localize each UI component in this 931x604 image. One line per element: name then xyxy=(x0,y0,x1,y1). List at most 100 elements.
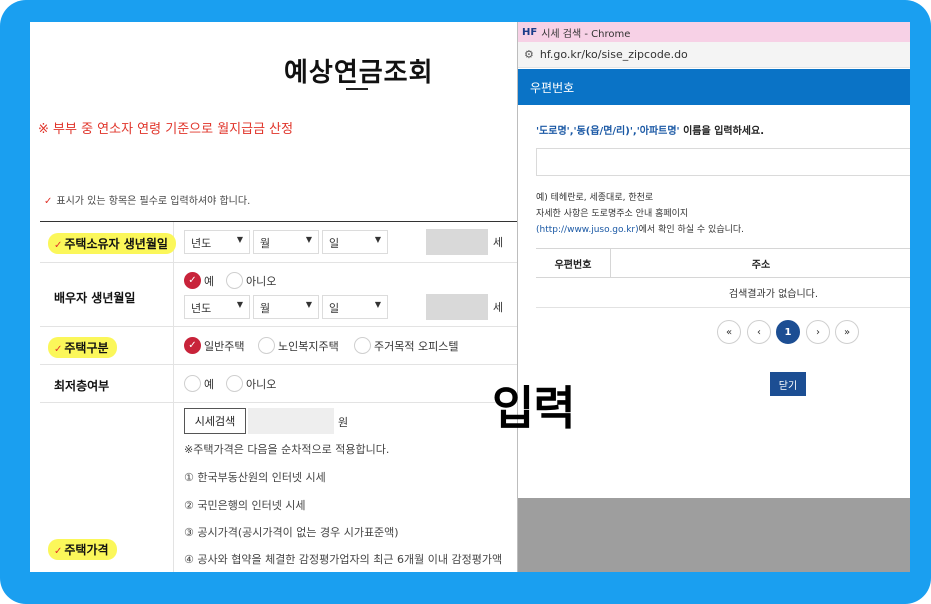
age-notice: ※ 부부 중 연소자 연령 기준으로 월지급금 산정 xyxy=(38,122,294,137)
spouse-yes-radio[interactable]: ✓ 예 xyxy=(184,272,214,289)
spouse-day-select[interactable]: 일 ▼ xyxy=(322,295,388,319)
check-icon: ✓ xyxy=(54,240,63,251)
house-price-label: ✓ 주택가격 xyxy=(48,539,117,560)
house-type-senior-radio[interactable]: 노인복지주택 xyxy=(258,337,339,354)
dropdown-arrow-icon: ▼ xyxy=(236,300,243,309)
screen: 예상연금조회 ※ 부부 중 연소자 연령 기준으로 월지급금 산정 ✓ 표시가 있… xyxy=(30,22,910,572)
dropdown-arrow-icon: ▼ xyxy=(305,235,312,244)
radio-circle-icon xyxy=(258,337,275,354)
overlay-caption: 입력 xyxy=(492,381,576,435)
close-button[interactable]: 닫기 xyxy=(770,372,806,396)
price-note-3: ③ 공시가격(공시가격이 없는 경우 시가표준액) xyxy=(184,526,399,539)
dropdown-arrow-icon: ▼ xyxy=(236,235,243,244)
required-note: ✓ 표시가 있는 항목은 필수로 입력하셔야 합니다. xyxy=(44,192,250,207)
row-owner-birth: ✓ 주택소유자 생년월일 년도 ▼ 월 ▼ 일 ▼ 세 xyxy=(40,222,517,263)
owner-age-unit: 세 xyxy=(493,236,504,249)
example-line-2: 자세한 사항은 도로명주소 안내 홈페이지 xyxy=(536,209,689,219)
next-page-button[interactable]: › xyxy=(806,320,830,344)
owner-birth-label: ✓ 주택소유자 생년월일 xyxy=(48,233,176,254)
price-note-4: ④ 공사와 협약을 체결한 감정평가업자의 최근 6개월 이내 감정평가액 xyxy=(184,553,503,566)
popup-bottom-area xyxy=(518,498,910,572)
check-icon: ✓ xyxy=(184,272,201,289)
price-note-2: ② 국민은행의 인터넷 시세 xyxy=(184,499,306,512)
house-price-label-text: 주택가격 xyxy=(64,543,109,557)
spouse-no-radio[interactable]: 아니오 xyxy=(226,272,276,289)
spouse-day-value: 일 xyxy=(329,302,340,315)
instruction-keywords: '도로명','동(읍/면/리)','아파트명' xyxy=(536,126,680,137)
owner-day-select[interactable]: 일 ▼ xyxy=(322,230,388,254)
first-page-button[interactable]: « xyxy=(717,320,741,344)
example-line-3: (http://www.juso.go.kr)에서 확인 하실 수 있습니다. xyxy=(536,222,744,235)
spouse-birth-label: 배우자 생년월일 xyxy=(54,291,136,305)
search-instruction: '도로명','동(읍/면/리)','아파트명' 이름을 입력하세요. xyxy=(536,122,764,137)
house-type-label-text: 주택구분 xyxy=(64,341,109,355)
top-floor-yes-radio[interactable]: 예 xyxy=(184,375,214,392)
instruction-text: 이름을 입력하세요. xyxy=(679,126,764,137)
required-note-text: 표시가 있는 항목은 필수로 입력하셔야 합니다. xyxy=(56,196,251,207)
spouse-month-select[interactable]: 월 ▼ xyxy=(253,295,319,319)
check-icon: ✓ xyxy=(54,546,63,557)
owner-month-value: 월 xyxy=(260,237,271,250)
prev-page-button[interactable]: ‹ xyxy=(747,320,771,344)
owner-age-field[interactable] xyxy=(426,229,488,255)
last-page-button[interactable]: » xyxy=(835,320,859,344)
dropdown-arrow-icon: ▼ xyxy=(305,300,312,309)
row-house-type: ✓ 주택구분 ✓ 일반주택 노인복지주택 주거목적 오피스텔 xyxy=(40,327,517,365)
house-type-general-radio[interactable]: ✓ 일반주택 xyxy=(184,337,244,354)
spouse-no-label: 아니오 xyxy=(246,274,277,288)
spouse-yes-label: 예 xyxy=(204,274,215,288)
window-title: 시세 검색 - Chrome xyxy=(541,28,631,40)
owner-day-value: 일 xyxy=(329,237,340,250)
house-type-general-label: 일반주택 xyxy=(204,339,245,353)
spouse-year-value: 년도 xyxy=(191,302,212,315)
check-icon: ✓ xyxy=(54,344,63,355)
check-icon: ✓ xyxy=(184,337,201,354)
dropdown-arrow-icon: ▼ xyxy=(374,300,381,309)
radio-circle-icon xyxy=(226,272,243,289)
house-type-senior-label: 노인복지주택 xyxy=(278,339,339,353)
page-title: 예상연금조회 xyxy=(284,58,434,88)
column-zipcode: 우편번호 xyxy=(536,249,611,277)
current-page-button[interactable]: 1 xyxy=(776,320,800,344)
owner-birth-label-text: 주택소유자 생년월일 xyxy=(64,237,168,251)
pension-form-page: 예상연금조회 ※ 부부 중 연소자 연령 기준으로 월지급금 산정 ✓ 표시가 있… xyxy=(30,22,517,572)
house-price-input[interactable] xyxy=(248,408,334,434)
owner-year-value: 년도 xyxy=(191,237,212,250)
spouse-age-unit: 세 xyxy=(493,301,504,314)
result-table-header: 우편번호 주소 xyxy=(536,248,910,278)
owner-year-select[interactable]: 년도 ▼ xyxy=(184,230,250,254)
url-text: hf.go.kr/ko/sise_zipcode.do xyxy=(539,48,688,61)
site-settings-icon[interactable]: ⚙ xyxy=(524,48,534,61)
price-note-1: ① 한국부동산원의 인터넷 시세 xyxy=(184,471,326,484)
check-icon: ✓ xyxy=(44,196,53,207)
radio-circle-icon xyxy=(354,337,371,354)
price-search-button[interactable]: 시세검색 xyxy=(184,408,246,434)
radio-circle-icon xyxy=(226,375,243,392)
owner-month-select[interactable]: 월 ▼ xyxy=(253,230,319,254)
address-bar[interactable]: ⚙ hf.go.kr/ko/sise_zipcode.do xyxy=(518,42,910,68)
top-floor-no-label: 아니오 xyxy=(246,377,277,391)
column-address: 주소 xyxy=(751,259,771,271)
juso-link[interactable]: (http://www.juso.go.kr) xyxy=(536,225,639,235)
hf-logo: HF xyxy=(522,26,538,38)
dropdown-arrow-icon: ▼ xyxy=(374,235,381,244)
popup-header: 우편번호 xyxy=(518,69,910,105)
link-suffix: 에서 확인 하실 수 있습니다. xyxy=(638,225,745,235)
house-type-label: ✓ 주택구분 xyxy=(48,337,117,358)
top-floor-yes-label: 예 xyxy=(204,377,215,391)
house-type-officetel-label: 주거목적 오피스텔 xyxy=(374,339,459,353)
spouse-month-value: 월 xyxy=(260,302,271,315)
house-price-unit: 원 xyxy=(338,416,349,429)
row-top-floor: 최저층여부 예 아니오 xyxy=(40,365,517,403)
window-title-bar: HF 시세 검색 - Chrome xyxy=(518,22,910,42)
house-type-officetel-radio[interactable]: 주거목적 오피스텔 xyxy=(354,337,458,354)
address-search-input[interactable] xyxy=(536,148,910,176)
example-line-1: 예) 테헤란로, 세종대로, 한천로 xyxy=(536,193,654,203)
top-floor-no-radio[interactable]: 아니오 xyxy=(226,375,276,392)
top-floor-label: 최저층여부 xyxy=(54,379,110,393)
spouse-age-field[interactable] xyxy=(426,294,488,320)
spouse-year-select[interactable]: 년도 ▼ xyxy=(184,295,250,319)
zipcode-popup-window: HF 시세 검색 - Chrome ⚙ hf.go.kr/ko/sise_zipco… xyxy=(517,22,910,572)
price-note-intro: ※주택가격은 다음을 순차적으로 적용합니다. xyxy=(184,443,390,456)
no-results-message: 검색결과가 없습니다. xyxy=(536,278,910,308)
